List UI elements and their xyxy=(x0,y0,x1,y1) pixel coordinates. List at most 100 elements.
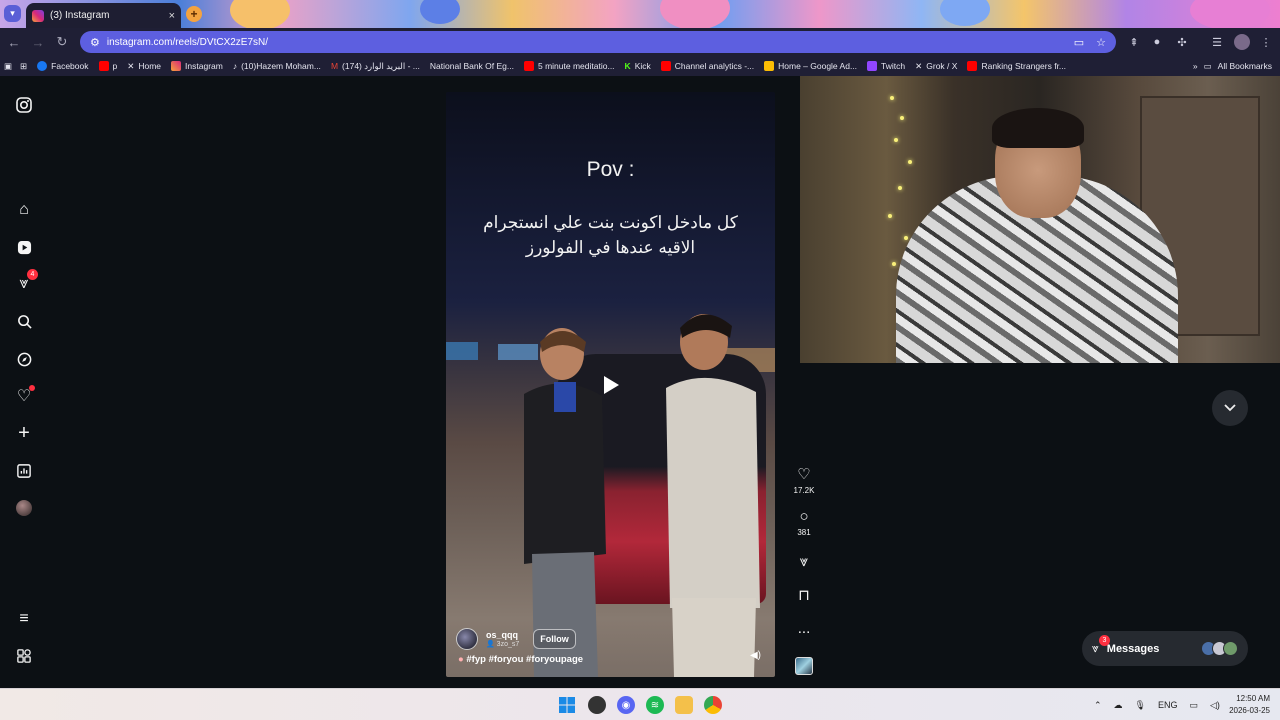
instagram-logo-icon[interactable] xyxy=(14,95,34,115)
app-icon[interactable] xyxy=(588,696,606,714)
create-plus-icon[interactable]: + xyxy=(14,422,34,444)
search-icon[interactable] xyxy=(14,311,34,331)
person-icon: 👤 xyxy=(486,641,497,648)
chevron-down-icon xyxy=(1224,404,1236,412)
more-dots-icon: ... xyxy=(797,620,811,637)
bookmark-icon: ⊓ xyxy=(798,587,810,604)
comment-button[interactable]: ○ 381 xyxy=(786,508,822,537)
bookmark-channel-analytics[interactable]: Channel analytics -... xyxy=(660,61,755,71)
bookmark-facebook[interactable]: Facebook xyxy=(37,61,89,71)
pin-icon[interactable]: ⇞ xyxy=(1126,34,1142,50)
next-reel-button[interactable] xyxy=(1212,390,1248,426)
bookmark-star-icon[interactable]: ☆ xyxy=(1096,36,1106,49)
volume-icon[interactable]: ◁) xyxy=(1210,700,1220,711)
share-button[interactable]: ⩔ xyxy=(786,553,822,571)
bookmark-meditation[interactable]: 5 minute meditatio... xyxy=(524,61,615,71)
reels-icon[interactable] xyxy=(14,237,34,257)
extensions-puzzle-icon[interactable]: ✣ xyxy=(1174,34,1190,50)
more-bookmarks-chevron-icon[interactable]: » xyxy=(1193,61,1198,71)
author-avatar[interactable] xyxy=(456,628,478,650)
volume-icon[interactable]: ◀) xyxy=(750,650,761,661)
youtube-icon xyxy=(98,61,109,71)
extension-circle-icon[interactable]: ● xyxy=(1149,34,1165,50)
more-options-button[interactable]: ... xyxy=(786,620,822,638)
play-button[interactable] xyxy=(596,370,626,400)
profile-avatar-icon[interactable] xyxy=(1234,34,1250,50)
avatar xyxy=(16,500,32,516)
bookmark-kick[interactable]: K Kick xyxy=(625,61,651,71)
clock[interactable]: 12:50 AM 2026-03-25 xyxy=(1229,693,1270,717)
discord-icon[interactable]: ◉ xyxy=(617,696,635,714)
audio-thumbnail[interactable] xyxy=(795,657,813,675)
tab-instagram[interactable]: (3) Instagram × xyxy=(26,3,181,28)
notifications-heart-icon[interactable]: ♡ xyxy=(14,385,35,406)
also-from-meta-icon[interactable] xyxy=(14,646,34,666)
windows-start-icon[interactable] xyxy=(558,696,576,714)
reload-icon[interactable]: ↻ xyxy=(50,34,74,50)
display-icon[interactable]: ▭ xyxy=(1190,700,1199,711)
apps-grid-icon[interactable]: ⊞ xyxy=(20,61,27,72)
bookmark-nbe[interactable]: National Bank Of Eg... xyxy=(430,61,514,71)
system-tray: ⌃ ☁ 🎙 ENG ▭ ◁) xyxy=(1094,689,1220,720)
bookmark-ranking-strangers[interactable]: Ranking Strangers fr... xyxy=(967,61,1066,71)
message-avatars xyxy=(1201,641,1238,656)
sidebar-toggle-icon[interactable]: ▣ xyxy=(4,61,12,72)
site-info-icon[interactable]: ⚙ xyxy=(90,36,100,49)
direct-messages-icon[interactable]: ⩔ 4 xyxy=(14,269,38,294)
close-tab-icon[interactable]: × xyxy=(169,10,175,22)
new-tab-button[interactable]: + xyxy=(186,6,202,22)
bookmark-grok[interactable]: ✕ Grok / X xyxy=(915,61,957,72)
bookmark-label: National Bank Of Eg... xyxy=(429,61,514,71)
reel-video[interactable]: Pov : كل مادخل اكونت بنت علي انستجرام ال… xyxy=(446,92,775,677)
bookmark-label: 5 minute meditatio... xyxy=(538,61,615,71)
tab-groups-icon[interactable]: ☰ xyxy=(1209,34,1225,50)
bookmark-twitch[interactable]: Twitch xyxy=(867,61,905,71)
gmail-icon: M xyxy=(330,61,339,71)
author-username[interactable]: os_qqq xyxy=(486,630,519,640)
bookmark-label: Twitch xyxy=(881,61,906,71)
like-button[interactable]: ♡ 17.2K xyxy=(786,466,822,495)
fairy-light xyxy=(898,186,902,190)
bookmark-gmail[interactable]: M (174) البريد الوارد - ... xyxy=(331,61,420,72)
home-icon[interactable]: ⌂ xyxy=(14,200,34,220)
browser-toolbar: ← → ↻ ⚙ instagram.com/reels/DVtCX2zE7sN/… xyxy=(0,28,1280,56)
url-text[interactable]: instagram.com/reels/DVtCX2zE7sN/ xyxy=(107,37,1062,48)
more-menu-icon[interactable]: ≡ xyxy=(14,609,34,629)
save-button[interactable]: ⊓ xyxy=(786,587,822,605)
install-app-icon[interactable]: ▭ xyxy=(1074,36,1084,49)
streamer-hair xyxy=(992,108,1084,148)
bookmark-instagram[interactable]: Instagram xyxy=(171,61,223,71)
dashboard-chart-icon[interactable] xyxy=(14,461,34,481)
spotify-icon[interactable]: ≋ xyxy=(646,696,664,714)
file-explorer-icon[interactable] xyxy=(675,696,693,714)
collaborator-username[interactable]: 👤 3zo_s7 xyxy=(486,640,519,648)
tray-chevron-up-icon[interactable]: ⌃ xyxy=(1094,700,1102,711)
bookmark-x-home[interactable]: ✕ Home xyxy=(127,61,161,72)
forward-arrow-icon[interactable]: → xyxy=(26,35,50,50)
heart-icon: ♡ xyxy=(797,466,811,483)
all-bookmarks[interactable]: All Bookmarks xyxy=(1218,61,1272,71)
address-bar[interactable]: ⚙ instagram.com/reels/DVtCX2zE7sN/ ▭ ☆ xyxy=(80,31,1116,53)
bookmark-google-ads[interactable]: Home – Google Ad... xyxy=(764,61,857,71)
clock-date: 2026-03-25 xyxy=(1229,706,1270,715)
x-logo-icon: ✕ xyxy=(915,60,923,71)
network-icon[interactable]: ☁ xyxy=(1114,700,1123,711)
wallpaper-shape xyxy=(940,0,990,26)
microphone-icon[interactable]: 🎙 xyxy=(1135,700,1146,711)
bookmark-p[interactable]: p xyxy=(98,61,117,71)
bookmark-tiktok[interactable]: ♪ (10)Hazem Moham... xyxy=(233,61,321,71)
bookmark-label: Home – Google Ad... xyxy=(778,61,858,71)
bookmark-label: Home xyxy=(138,61,162,71)
language-indicator[interactable]: ENG xyxy=(1158,700,1178,710)
explore-compass-icon[interactable] xyxy=(14,349,34,369)
tab-search-button[interactable]: ▾ xyxy=(4,5,21,22)
bookmark-label: Channel analytics -... xyxy=(674,61,755,71)
reel-overlay-line: كل مادخل اكونت بنت علي انستجرام xyxy=(483,213,738,232)
reel-caption[interactable]: ● #fyp #foryou #foryoupage xyxy=(458,654,583,665)
chrome-icon[interactable] xyxy=(704,696,722,714)
follow-button[interactable]: Follow xyxy=(533,629,576,649)
profile-avatar[interactable] xyxy=(14,498,34,518)
back-arrow-icon[interactable]: ← xyxy=(2,35,26,50)
messages-button[interactable]: ⩔ 3 Messages xyxy=(1082,631,1248,666)
browser-menu-icon[interactable]: ⋮ xyxy=(1258,34,1274,50)
